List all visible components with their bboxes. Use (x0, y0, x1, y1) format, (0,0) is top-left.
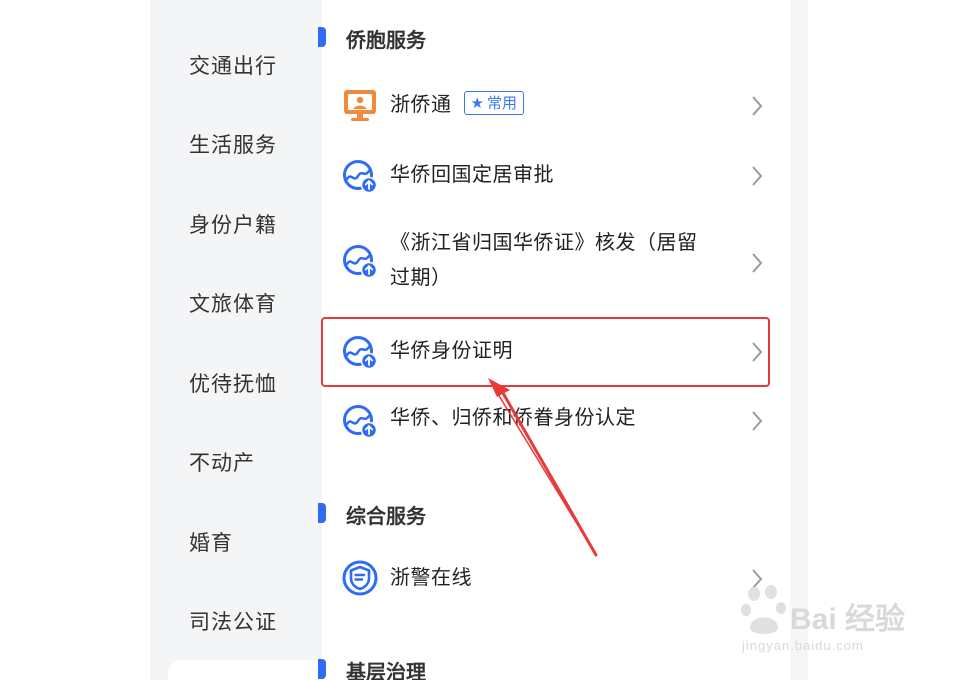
section-header: 基层治理 (318, 656, 762, 680)
service-row-return-settlement[interactable]: 华侨回国定居审批 (322, 155, 790, 195)
service-label: 浙警在线 (390, 565, 472, 589)
section-title: 基层治理 (346, 660, 426, 680)
service-list: 侨胞服务 浙侨通 ★ 常用 华侨回国定居审批 《浙江省归国华侨证》核发（居留 过… (318, 0, 790, 680)
chevron-right-icon (752, 166, 763, 186)
service-label: 浙侨通 ★ 常用 (390, 87, 524, 121)
sidebar-active-tab[interactable] (168, 660, 322, 680)
sidebar-item-transport[interactable]: 交通出行 (189, 50, 277, 80)
service-label-line1: 《浙江省归国华侨证》核发（居留 (390, 230, 698, 254)
section-title: 综合服务 (346, 504, 426, 528)
category-sidebar: 交通出行 生活服务 身份户籍 文旅体育 优待抚恤 不动产 婚育 司法公证 (150, 0, 322, 680)
phone-screen: 交通出行 生活服务 身份户籍 文旅体育 优待抚恤 不动产 婚育 司法公证 侨胞服… (150, 0, 790, 680)
service-row-overseas-identity-proof[interactable]: 华侨身份证明 (322, 331, 790, 371)
sidebar-item-real-estate[interactable]: 不动产 (189, 447, 255, 477)
service-label-line2: 过期） (390, 265, 452, 289)
sidebar-item-identity[interactable]: 身份户籍 (189, 209, 277, 239)
globe-upload-icon (343, 160, 378, 194)
sidebar-item-marriage[interactable]: 婚育 (189, 527, 233, 557)
section-header: 综合服务 (318, 500, 762, 530)
section-accent-bar (318, 503, 326, 523)
chevron-right-icon (752, 253, 763, 273)
screen-edge (790, 0, 808, 680)
frequent-badge: ★ 常用 (463, 91, 524, 115)
sidebar-item-culture-sports[interactable]: 文旅体育 (189, 288, 277, 318)
service-label: 华侨、归侨和侨眷身份认定 (390, 405, 636, 429)
service-name: 浙侨通 (390, 92, 452, 116)
service-row-zhejing-online[interactable]: 浙警在线 (322, 558, 790, 598)
section-title: 侨胞服务 (346, 28, 426, 52)
service-row-returned-overseas-certificate[interactable]: 《浙江省归国华侨证》核发（居留 过期） (322, 225, 790, 297)
sidebar-item-preferential[interactable]: 优待抚恤 (189, 368, 277, 398)
police-shield-icon (342, 560, 378, 596)
chevron-right-icon (752, 96, 763, 116)
sidebar-item-judicial[interactable]: 司法公证 (189, 606, 277, 636)
chevron-right-icon (752, 411, 763, 431)
section-header: 侨胞服务 (318, 24, 762, 54)
globe-upload-icon (343, 245, 378, 279)
badge-label: 常用 (486, 94, 517, 112)
globe-upload-icon (343, 405, 378, 439)
service-label: 华侨身份证明 (390, 338, 513, 362)
chevron-right-icon (752, 569, 763, 589)
section-accent-bar (318, 27, 326, 47)
service-row-identity-recognition[interactable]: 华侨、归侨和侨眷身份认定 (322, 400, 790, 440)
section-accent-bar (318, 659, 326, 679)
service-row-zheqiaotong[interactable]: 浙侨通 ★ 常用 (322, 85, 790, 125)
globe-upload-icon (343, 336, 378, 370)
star-icon: ★ (470, 94, 484, 112)
chevron-right-icon (752, 342, 763, 362)
service-label: 华侨回国定居审批 (390, 162, 554, 186)
person-monitor-icon (344, 90, 376, 121)
sidebar-item-life-services[interactable]: 生活服务 (189, 129, 277, 159)
